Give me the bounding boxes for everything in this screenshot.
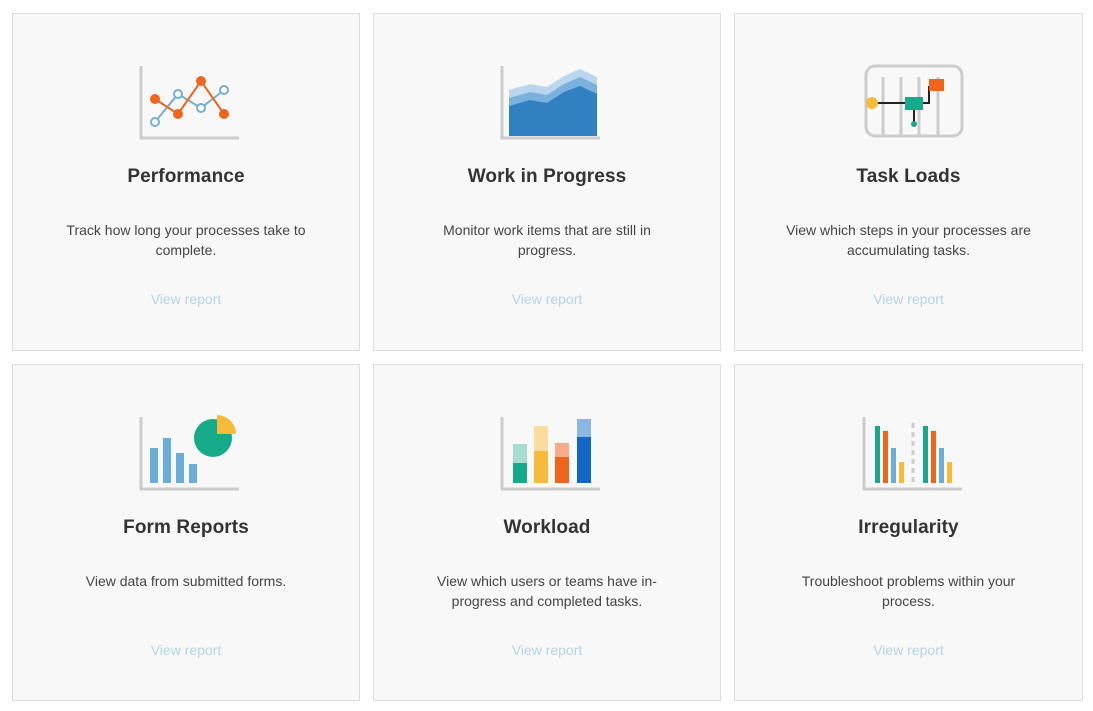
card-title: Workload [503,517,591,538]
line-chart-icon [131,60,241,144]
card-description: Troubleshoot problems within your proces… [801,573,1016,609]
card-title: Form Reports [123,517,249,538]
card-description: Monitor work items that are still in pro… [443,222,651,258]
card-description: View which users or teams have in-progre… [437,573,657,609]
view-report-link[interactable]: View report [735,291,1082,307]
card-description: View data from submitted forms. [85,573,287,589]
view-report-link[interactable]: View report [735,642,1082,658]
view-report-link[interactable]: View report [374,642,720,658]
card-description: View which steps in your processes are a… [786,222,1031,258]
report-card-task-loads[interactable]: Task Loads View which steps in your proc… [734,13,1083,351]
bar-pie-chart-icon [131,411,241,495]
view-report-link[interactable]: View report [13,291,359,307]
card-title: Performance [127,166,245,187]
stacked-bar-chart-icon [492,411,602,495]
report-card-form-reports[interactable]: Form Reports View data from submitted fo… [12,364,360,701]
grouped-bar-chart-icon [854,411,964,495]
view-report-link[interactable]: View report [374,291,720,307]
card-title: Task Loads [856,166,961,187]
area-chart-icon [492,60,602,144]
report-grid: Performance Track how long your processe… [12,13,1083,701]
card-title: Work in Progress [467,166,627,187]
card-title: Irregularity [858,517,959,538]
report-card-work-in-progress[interactable]: Work in Progress Monitor work items that… [373,13,721,351]
report-card-irregularity[interactable]: Irregularity Troubleshoot problems withi… [734,364,1083,701]
report-card-performance[interactable]: Performance Track how long your processe… [12,13,360,351]
view-report-link[interactable]: View report [13,642,359,658]
report-card-workload[interactable]: Workload View which users or teams have … [373,364,721,701]
flow-diagram-icon [854,60,964,144]
card-description: Track how long your processes take to co… [66,222,306,258]
